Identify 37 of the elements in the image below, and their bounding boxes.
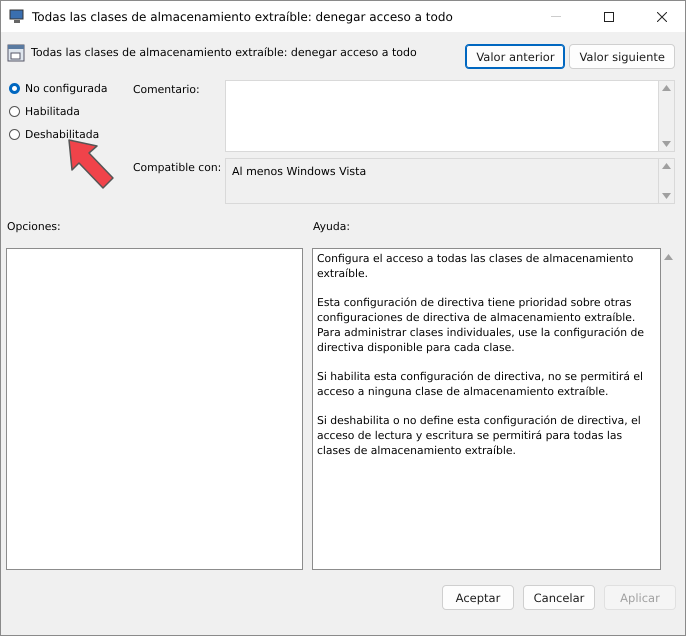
scroll-down-icon[interactable] [662,193,671,199]
scrollbar[interactable] [659,158,675,204]
options-label: Opciones: [7,220,62,235]
compatible-label: Compatible con: [132,160,222,176]
scrollbar[interactable] [659,80,675,152]
help-paragraph: Esta configuración de directiva tiene prioridad sobre otras configuraciones de directiva de almacenamiento extraíble. Para administrar clases individuales, use la configuración de directiva disponible para cada clase. [317,295,645,355]
nav-button[interactable]: Valor siguiente [569,44,675,69]
computer-icon [9,9,25,24]
window-title: Todas las clases de almacenamiento extraíble: denegar acceso a todo [32,10,454,24]
state-option[interactable]: No configurada [9,82,127,95]
maximize-icon[interactable] [604,12,614,22]
minimize-icon[interactable] [551,16,561,18]
radio-button[interactable] [9,129,20,140]
comment-field[interactable] [225,80,659,152]
compatible-value: Al menos Windows Vista [225,158,659,204]
option-label: Deshabilitada [25,128,100,141]
option-label: Habilitada [25,105,80,118]
nav-button[interactable]: Valor anterior [465,44,566,69]
option-label: No configurada [25,82,108,95]
policy-icon [7,44,25,62]
dialog-button[interactable]: Aceptar [442,585,514,610]
scroll-up-icon[interactable] [662,85,671,91]
state-option[interactable]: Habilitada [9,105,127,118]
scroll-up-icon[interactable] [664,254,672,260]
radio-button[interactable] [9,106,20,117]
close-icon[interactable] [657,12,667,22]
help-paragraph: Si deshabilita o no define esta configuración de directiva, el acceso de lectura y escritura se permitirá para todas las clases de almacenamiento extraíble. [317,413,642,458]
scroll-up-icon[interactable] [662,163,671,169]
help-paragraph: Configura el acceso a todas las clases de almacenamiento extraíble. [317,251,634,281]
dialog-button[interactable]: Cancelar [523,585,595,610]
help-label: Ayuda: [313,220,351,235]
policy-title: Todas las clases de almacenamiento extraíble: denegar acceso a todo [31,45,418,59]
help-paragraph: Si habilita esta configuración de directiva, no se permitirá el acceso a ninguna clase de almacenamiento extraíble. [317,369,644,399]
comment-label: Comentario: [132,82,201,98]
radio-button[interactable] [9,83,20,94]
state-option[interactable]: Deshabilitada [9,128,127,141]
scroll-down-icon[interactable] [662,141,671,147]
